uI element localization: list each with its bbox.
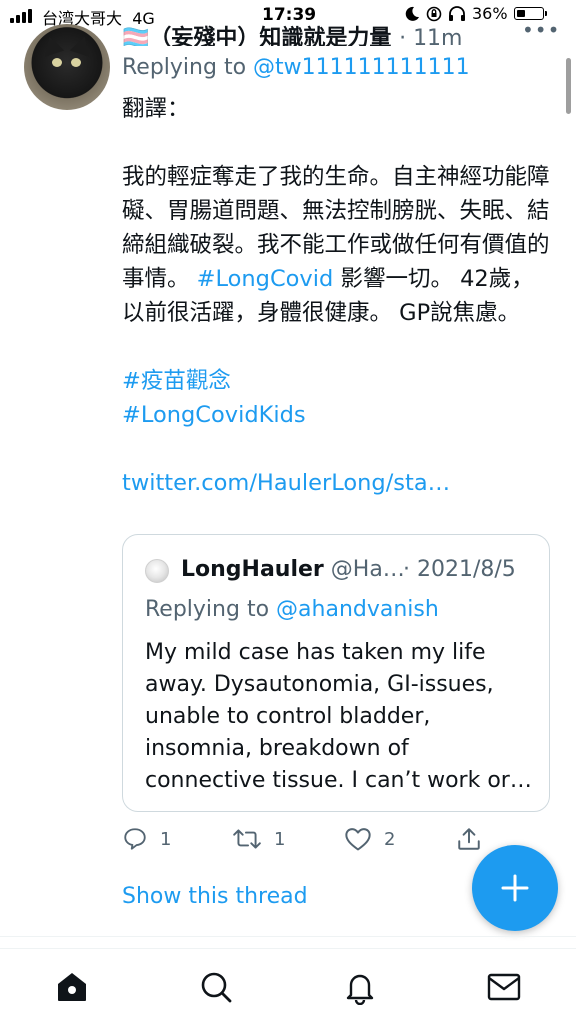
more-options-icon[interactable]: •••	[522, 18, 560, 42]
home-icon	[58, 973, 86, 1001]
hashtag-vaccine[interactable]: #疫苗觀念	[122, 368, 231, 394]
tweet-body: 翻譯： 我的輕症奪走了我的生命。自主神經功能障礙、胃腸道問題、無法控制膀胱、失眠…	[122, 92, 552, 500]
hashtag-longcovid[interactable]: #LongCovid	[197, 266, 334, 292]
retweet-count: 1	[274, 828, 286, 850]
like-button[interactable]: 2	[344, 826, 395, 852]
signal-strength-icon	[10, 9, 32, 23]
author-name[interactable]: 🏳️‍⚧️（妄殘中）知識就是力量	[122, 26, 391, 46]
quoted-author-avatar[interactable]	[145, 559, 169, 583]
tweet-main-text: 我的輕症奪走了我的生命。自主神經功能障礙、胃腸道問題、無法控制膀胱、失眠、結締組…	[122, 164, 550, 326]
translation-label: 翻譯：	[122, 96, 190, 122]
compose-tweet-button[interactable]	[472, 845, 558, 931]
quoted-replying-to: Replying to @ahandvanish	[145, 597, 439, 622]
reply-icon	[124, 828, 146, 850]
quoted-tweet-text: My mild case has taken my life away. Dys…	[145, 640, 532, 793]
tweet-url-link[interactable]: twitter.com/HaulerLong/sta…	[122, 470, 450, 496]
quoted-author-name[interactable]: LongHauler	[181, 557, 324, 582]
divider	[0, 936, 576, 937]
like-count: 2	[384, 828, 396, 850]
reply-count: 1	[160, 828, 172, 850]
messages-envelope-icon	[487, 973, 521, 1001]
tab-search[interactable]	[198, 969, 234, 1005]
scrollbar[interactable]	[566, 58, 571, 114]
tab-messages[interactable]	[486, 969, 522, 1005]
search-icon	[201, 972, 232, 1003]
tab-notifications[interactable]	[342, 969, 378, 1006]
tweet-time[interactable]: · 11m	[399, 26, 462, 46]
retweet-icon	[233, 829, 261, 849]
like-icon	[345, 828, 371, 851]
quoted-tweet-date[interactable]: · 2021/8/5	[403, 557, 516, 582]
tweet-actions: 1 1 2	[122, 826, 542, 856]
hashtag-longcovidkids[interactable]: #LongCovidKids	[122, 402, 306, 428]
quoted-tweet-card[interactable]: LongHauler @Ha… · 2021/8/5 Replying to @…	[122, 534, 550, 812]
compose-plus-icon	[501, 874, 529, 902]
author-avatar[interactable]	[24, 24, 110, 110]
replying-to: Replying to @tw111111111111	[122, 55, 470, 80]
share-icon	[458, 828, 480, 850]
replying-handle-link[interactable]: @tw111111111111	[253, 55, 470, 80]
tweet-header[interactable]: 🏳️‍⚧️（妄殘中）知識就是力量 · 11m	[122, 18, 502, 46]
notifications-bell-icon	[346, 974, 374, 1006]
reply-button[interactable]: 1	[122, 826, 171, 852]
tab-home[interactable]	[54, 969, 90, 1005]
share-button[interactable]	[456, 826, 482, 852]
show-thread-link[interactable]: Show this thread	[122, 884, 308, 909]
quoted-tweet-header: LongHauler @Ha…	[181, 557, 405, 582]
retweet-button[interactable]: 1	[232, 826, 285, 852]
quoted-author-handle[interactable]: @Ha…	[331, 557, 405, 582]
bottom-tab-bar	[0, 948, 576, 1025]
quoted-replying-handle-link[interactable]: @ahandvanish	[276, 597, 439, 622]
